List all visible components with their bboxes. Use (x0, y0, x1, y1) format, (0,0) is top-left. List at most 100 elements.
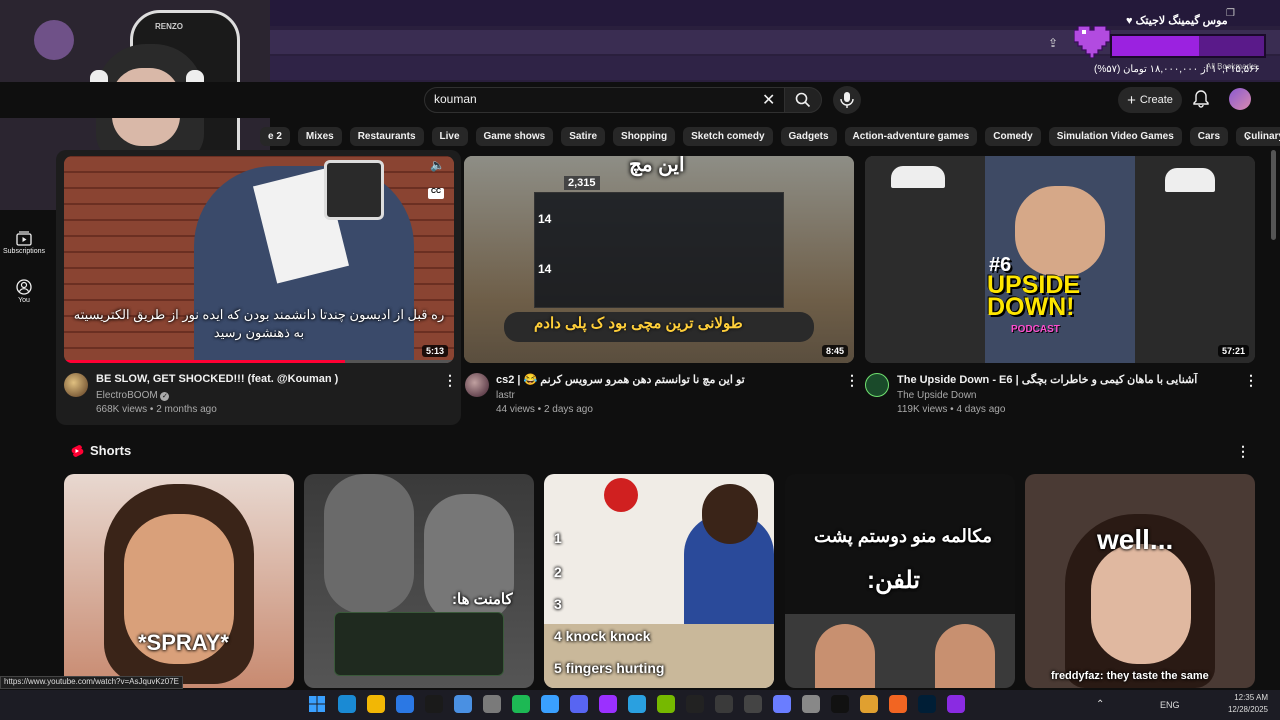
windows-start-icon[interactable] (309, 696, 325, 712)
short-card[interactable]: مکالمه منو دوستم پشت تلفن: (785, 474, 1015, 688)
category-chip[interactable]: Cars (1189, 126, 1229, 146)
link-status-url: https://www.youtube.com/watch?v=AsJquvKz… (0, 676, 183, 689)
person-left (815, 624, 875, 688)
category-chip[interactable]: Sketch comedy (683, 126, 773, 146)
channel-name[interactable]: The Upside Down (897, 390, 976, 401)
vscode-icon[interactable] (773, 695, 791, 713)
category-chip[interactable]: e 2 (260, 126, 290, 146)
channel-name[interactable]: lastr (496, 390, 515, 401)
more-options-icon[interactable]: ⋮ (1244, 372, 1258, 389)
video-channel[interactable]: ElectroBOOM ✓ (96, 390, 170, 401)
channel-avatar[interactable] (465, 373, 489, 397)
steam-icon[interactable] (454, 695, 472, 713)
short-caption: *SPRAY* (138, 630, 229, 655)
nvidia-icon[interactable] (657, 695, 675, 713)
page-scrollbar[interactable] (1271, 150, 1276, 240)
video-subtitle: ره قبل از ادیسون چندتا دانشمند بودن که ا… (73, 307, 445, 340)
score-team-b: 14 (538, 262, 552, 276)
category-chip[interactable]: Satire (561, 126, 606, 146)
channel-avatar[interactable] (865, 373, 889, 397)
short-subtitle: freddyfaz: they taste the same (1051, 670, 1209, 682)
sidebar-item-subscriptions[interactable]: Subscriptions (0, 230, 48, 255)
category-chip[interactable]: Action-adventure games (844, 126, 978, 146)
epic-games-icon[interactable] (686, 695, 704, 713)
category-chip[interactable]: Restaurants (349, 126, 424, 146)
video-title[interactable]: تو این مچ نا توانستم دهن همرو سرویس کرنم… (496, 373, 826, 386)
short-caption-line2: تلفن: (867, 567, 921, 594)
volume-icon[interactable]: 🔈 (430, 158, 445, 172)
notifications-bell-icon[interactable] (1193, 90, 1209, 113)
video-thumbnail[interactable]: CC 🔈 ره قبل از ادیسون چندتا دانشمند بودن… (64, 156, 454, 363)
short-card[interactable]: کامنت ها: (304, 474, 534, 688)
photoshop-icon[interactable] (889, 695, 907, 713)
edge-icon[interactable] (338, 695, 356, 713)
more-options-icon[interactable]: ⋮ (443, 372, 457, 389)
view-count: 119K views (897, 404, 948, 415)
category-chips: e 2 Mixes Restaurants Live Game shows Satire S… (260, 126, 1280, 146)
video-title[interactable]: BE SLOW, GET SHOCKED!!! (feat. @Kouman ) (96, 373, 426, 385)
terminal-icon[interactable] (831, 695, 849, 713)
thumbnail-headline: این مچ (629, 156, 685, 176)
discord-icon[interactable] (570, 695, 588, 713)
sidebar-item-label: Subscriptions (2, 248, 46, 255)
video-duration: 8:45 (821, 345, 848, 357)
channel-avatar[interactable] (64, 373, 88, 397)
category-chip[interactable]: Comedy (985, 126, 1041, 146)
short-card[interactable]: 1 2 3 4 knock knock 5 fingers hurting (544, 474, 774, 688)
davinci-icon[interactable] (744, 695, 762, 713)
person-left (324, 474, 414, 614)
cast-icon[interactable]: ⇪ (1048, 36, 1058, 50)
chevron-right-icon[interactable]: › (1246, 128, 1251, 144)
search-icon (795, 92, 811, 108)
sync-icon[interactable] (541, 695, 559, 713)
github-icon[interactable] (483, 695, 501, 713)
category-chip[interactable]: Shopping (613, 126, 676, 146)
pen-icon[interactable] (802, 695, 820, 713)
xbox-icon[interactable] (512, 695, 530, 713)
short-card[interactable]: *SPRAY* (64, 474, 294, 688)
sidebar-item-you[interactable]: You (0, 279, 48, 304)
podcast-logo-sub: PODCAST (1011, 324, 1060, 335)
premiere-icon[interactable] (599, 695, 617, 713)
short-card[interactable]: well... freddyfaz: they taste the same (1025, 474, 1255, 688)
search-button[interactable] (784, 87, 822, 113)
chair-brand-text: RENZO (155, 22, 183, 31)
search-query: kouman (434, 92, 477, 106)
video-thumbnail[interactable]: 2,315 14 14 این مچ طولانی ترین مچی بود ک… (464, 156, 854, 363)
cloud-icon[interactable] (860, 695, 878, 713)
create-button[interactable]: + Create (1118, 87, 1182, 113)
short-list-line: 3 (554, 596, 562, 612)
chrome-icon[interactable] (425, 695, 443, 713)
rewind-icon[interactable] (918, 695, 936, 713)
user-avatar[interactable] (1229, 88, 1251, 110)
notepad-icon[interactable] (715, 695, 733, 713)
upload-age: 2 months ago (156, 404, 217, 415)
video-thumbnail[interactable]: #6 UPSIDE DOWN! PODCAST 57:21 (865, 156, 1255, 363)
file-explorer-icon[interactable] (367, 695, 385, 713)
wall-frame (324, 160, 384, 220)
category-chip[interactable]: Gadgets (780, 126, 837, 146)
microphone-icon (840, 92, 854, 108)
category-chip[interactable]: Culinary arts (1236, 126, 1280, 146)
more-options-icon[interactable]: ⋮ (845, 372, 859, 389)
telegram-icon[interactable] (628, 695, 646, 713)
category-chip[interactable]: Live (431, 126, 468, 146)
scoreboard (534, 192, 784, 308)
shorts-more-icon[interactable]: ⋮ (1236, 443, 1250, 460)
short-list-line: 4 knock knock (554, 628, 651, 644)
clock-date[interactable]: 12/28/2025 (1224, 705, 1268, 714)
tray-chevron-icon[interactable]: ⌃ (1096, 699, 1104, 710)
video-title[interactable]: The Upside Down - E6 | آشنایی با ماهان ک… (897, 373, 1237, 386)
search-input[interactable] (424, 87, 788, 113)
app-icon[interactable] (947, 695, 965, 713)
clock-time[interactable]: 12:35 AM (1234, 693, 1268, 702)
video-stats: 668K views • 2 months ago (96, 404, 217, 415)
store-icon[interactable] (396, 695, 414, 713)
clear-search-icon[interactable]: ✕ (762, 90, 775, 110)
short-list-line: 2 (554, 564, 562, 580)
category-chip[interactable]: Simulation Video Games (1048, 126, 1182, 146)
category-chip[interactable]: Mixes (297, 126, 342, 146)
category-chip[interactable]: Game shows (475, 126, 554, 146)
language-indicator[interactable]: ENG (1160, 700, 1180, 710)
voice-search-button[interactable] (833, 86, 861, 114)
